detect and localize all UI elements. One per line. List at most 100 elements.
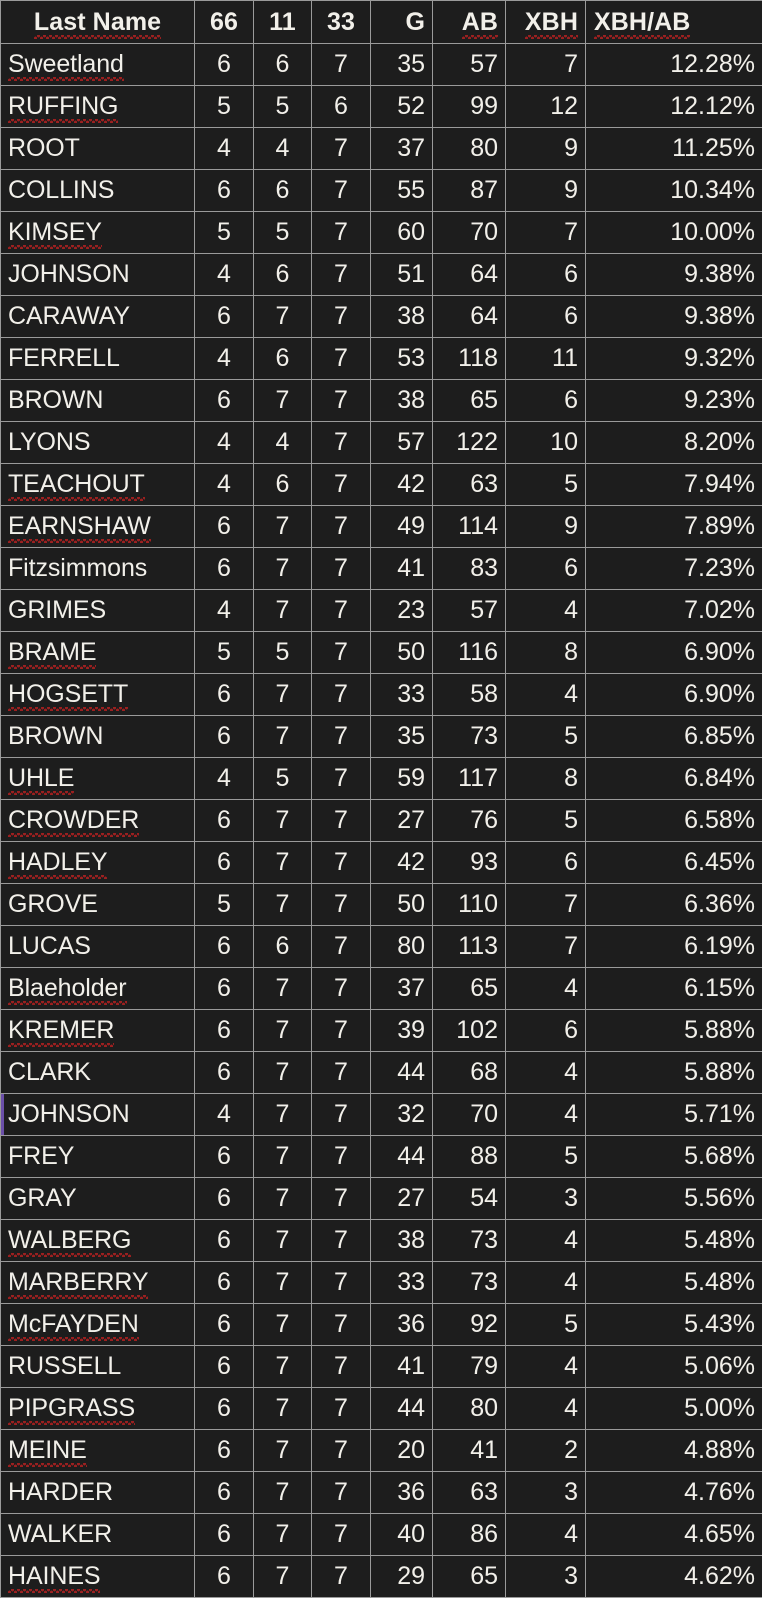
cell-g[interactable]: 29 [371,1556,433,1598]
cell-33[interactable]: 7 [312,1178,371,1220]
cell-xbh[interactable]: 4 [506,1514,586,1556]
cell-xbh[interactable]: 7 [506,44,586,86]
cell-xbh-ab[interactable]: 12.12% [586,86,762,128]
cell-ab[interactable]: 64 [433,296,506,338]
cell-xbh[interactable]: 12 [506,86,586,128]
cell-11[interactable]: 6 [254,926,312,968]
cell-last-name[interactable]: UHLE [1,758,195,800]
cell-ab[interactable]: 63 [433,464,506,506]
cell-last-name[interactable]: Sweetland [1,44,195,86]
cell-last-name[interactable]: RUFFING [1,86,195,128]
cell-last-name[interactable]: KIMSEY [1,212,195,254]
cell-xbh[interactable]: 4 [506,1262,586,1304]
cell-g[interactable]: 37 [371,128,433,170]
cell-ab[interactable]: 73 [433,1262,506,1304]
cell-last-name[interactable]: CARAWAY [1,296,195,338]
cell-66[interactable]: 6 [195,1556,254,1598]
cell-xbh[interactable]: 4 [506,1388,586,1430]
table-row[interactable]: MARBERRY677337345.48% [1,1262,762,1304]
cell-g[interactable]: 32 [371,1094,433,1136]
cell-g[interactable]: 50 [371,632,433,674]
cell-11[interactable]: 7 [254,590,312,632]
table-row[interactable]: FREY677448855.68% [1,1136,762,1178]
cell-66[interactable]: 6 [195,1514,254,1556]
cell-ab[interactable]: 57 [433,44,506,86]
cell-11[interactable]: 7 [254,1262,312,1304]
cell-ab[interactable]: 70 [433,212,506,254]
table-row[interactable]: MEINE677204124.88% [1,1430,762,1472]
cell-xbh-ab[interactable]: 7.94% [586,464,762,506]
cell-last-name[interactable]: COLLINS [1,170,195,212]
cell-11[interactable]: 6 [254,170,312,212]
cell-33[interactable]: 7 [312,842,371,884]
cell-66[interactable]: 6 [195,44,254,86]
cell-last-name[interactable]: JOHNSON [1,254,195,296]
cell-last-name[interactable]: BRAME [1,632,195,674]
cell-11[interactable]: 7 [254,1178,312,1220]
cell-66[interactable]: 4 [195,338,254,380]
cell-g[interactable]: 53 [371,338,433,380]
table-row[interactable]: EARNSHAW6774911497.89% [1,506,762,548]
cell-ab[interactable]: 118 [433,338,506,380]
cell-66[interactable]: 5 [195,632,254,674]
table-row[interactable]: RUSSELL677417945.06% [1,1346,762,1388]
cell-11[interactable]: 6 [254,464,312,506]
cell-66[interactable]: 6 [195,1388,254,1430]
cell-xbh[interactable]: 10 [506,422,586,464]
cell-33[interactable]: 7 [312,1052,371,1094]
cell-xbh-ab[interactable]: 6.85% [586,716,762,758]
column-header-last-name[interactable]: Last Name [1,1,195,44]
cell-xbh-ab[interactable]: 5.88% [586,1010,762,1052]
cell-xbh[interactable]: 4 [506,1052,586,1094]
cell-last-name[interactable]: GRIMES [1,590,195,632]
cell-xbh-ab[interactable]: 4.76% [586,1472,762,1514]
cell-xbh-ab[interactable]: 5.00% [586,1388,762,1430]
cell-11[interactable]: 7 [254,800,312,842]
cell-g[interactable]: 38 [371,296,433,338]
cell-ab[interactable]: 64 [433,254,506,296]
cell-11[interactable]: 4 [254,422,312,464]
table-row[interactable]: CROWDER677277656.58% [1,800,762,842]
cell-last-name[interactable]: HADLEY [1,842,195,884]
cell-last-name[interactable]: WALBERG [1,1220,195,1262]
cell-xbh[interactable]: 3 [506,1178,586,1220]
cell-xbh-ab[interactable]: 6.90% [586,632,762,674]
cell-ab[interactable]: 41 [433,1430,506,1472]
cell-last-name[interactable]: FERRELL [1,338,195,380]
cell-last-name[interactable]: MEINE [1,1430,195,1472]
column-header-66[interactable]: 66 [195,1,254,44]
cell-g[interactable]: 33 [371,1262,433,1304]
cell-ab[interactable]: 76 [433,800,506,842]
cell-xbh[interactable]: 7 [506,212,586,254]
cell-66[interactable]: 6 [195,380,254,422]
cell-xbh[interactable]: 5 [506,716,586,758]
cell-xbh[interactable]: 5 [506,1136,586,1178]
cell-xbh[interactable]: 6 [506,296,586,338]
cell-ab[interactable]: 79 [433,1346,506,1388]
cell-last-name[interactable]: HOGSETT [1,674,195,716]
cell-xbh-ab[interactable]: 5.48% [586,1220,762,1262]
cell-66[interactable]: 4 [195,590,254,632]
cell-g[interactable]: 40 [371,1514,433,1556]
cell-g[interactable]: 35 [371,716,433,758]
cell-ab[interactable]: 70 [433,1094,506,1136]
cell-66[interactable]: 6 [195,548,254,590]
cell-33[interactable]: 7 [312,590,371,632]
cell-xbh-ab[interactable]: 11.25% [586,128,762,170]
cell-g[interactable]: 55 [371,170,433,212]
cell-ab[interactable]: 57 [433,590,506,632]
table-row[interactable]: KREMER6773910265.88% [1,1010,762,1052]
cell-xbh-ab[interactable]: 5.48% [586,1262,762,1304]
cell-33[interactable]: 6 [312,86,371,128]
cell-33[interactable]: 7 [312,716,371,758]
cell-g[interactable]: 60 [371,212,433,254]
cell-33[interactable]: 7 [312,674,371,716]
cell-66[interactable]: 6 [195,1010,254,1052]
cell-last-name[interactable]: Fitzsimmons [1,548,195,590]
cell-33[interactable]: 7 [312,758,371,800]
table-row[interactable]: McFAYDEN677369255.43% [1,1304,762,1346]
cell-last-name[interactable]: HAINES [1,1556,195,1598]
cell-ab[interactable]: 73 [433,1220,506,1262]
cell-last-name[interactable]: MARBERRY [1,1262,195,1304]
cell-66[interactable]: 6 [195,1472,254,1514]
